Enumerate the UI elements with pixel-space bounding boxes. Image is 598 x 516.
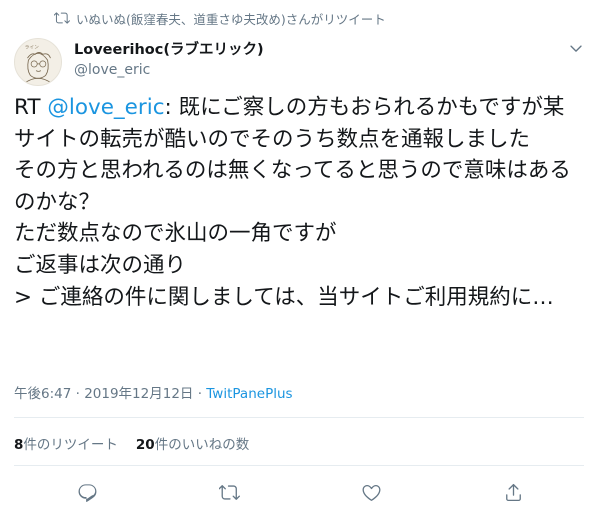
tweet-rt-prefix: RT — [14, 95, 48, 120]
meta-separator-2: · — [193, 386, 207, 402]
divider-bottom — [14, 465, 584, 466]
meta-separator: · — [71, 386, 85, 402]
tweet-actions — [76, 481, 524, 503]
tweet-mention-link[interactable]: @love_eric — [47, 95, 164, 120]
author-block[interactable]: Loveerihoc(ラブエリック) @love_eric — [74, 40, 264, 80]
tweet-text: RT @love_eric: 既にご察しの方もおられるかもですが某サイトの転売が… — [14, 92, 584, 313]
tweet-body: : 既にご察しの方もおられるかもですが某サイトの転売が酷いのでそのうち数点を通報… — [14, 95, 571, 310]
divider-top — [14, 417, 584, 418]
tweet-date[interactable]: 2019年12月12日 — [84, 386, 193, 402]
like-count: 20 — [135, 437, 155, 453]
tweet-time[interactable]: 午後6:47 — [14, 386, 71, 402]
chevron-down-icon[interactable] — [568, 40, 584, 56]
tweet-meta: 午後6:47 · 2019年12月12日 · TwitPanePlus — [14, 382, 293, 402]
like-icon[interactable] — [360, 481, 382, 503]
share-icon[interactable] — [502, 481, 524, 503]
retweet-count-label: 件のリツイート — [23, 437, 118, 453]
reply-icon[interactable] — [76, 481, 98, 503]
retweet-icon — [53, 10, 70, 26]
tweet-source-link[interactable]: TwitPanePlus — [206, 386, 292, 402]
retweet-header-text: いぬいぬ(飯窪春夫、道重さゆ夫改め)さんがリツイート — [76, 11, 386, 27]
avatar[interactable]: ライン — [14, 38, 62, 86]
retweet-action-icon[interactable] — [218, 481, 240, 503]
author-handle[interactable]: @love_eric — [74, 60, 264, 80]
retweet-count: 8 — [14, 437, 24, 453]
svg-text:ライン: ライン — [25, 45, 40, 51]
author-display-name[interactable]: Loveerihoc(ラブエリック) — [74, 40, 264, 60]
like-count-label: 件のいいねの数 — [154, 437, 250, 453]
retweet-count-stat[interactable]: 8件のリツイート — [14, 433, 118, 453]
retweet-header[interactable]: いぬいぬ(飯窪春夫、道重さゆ夫改め)さんがリツイート — [53, 8, 386, 28]
tweet-stats: 8件のリツイート 20件のいいねの数 — [14, 433, 249, 453]
like-count-stat[interactable]: 20件のいいねの数 — [136, 433, 249, 453]
